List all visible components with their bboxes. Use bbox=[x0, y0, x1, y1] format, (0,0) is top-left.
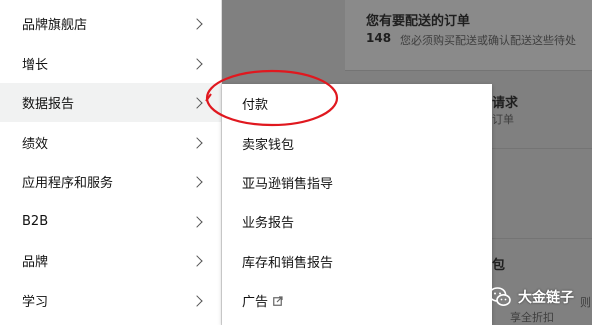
wechat-icon bbox=[488, 287, 511, 306]
menu-item-label: 应用程序和服务 bbox=[22, 176, 114, 191]
chevron-right-icon bbox=[191, 17, 203, 30]
menu-item-performance[interactable]: 绩效 bbox=[0, 123, 221, 162]
submenu-item-advertising[interactable]: 广告 bbox=[242, 281, 283, 320]
orders-count: 148 bbox=[366, 31, 392, 45]
chevron-right-icon bbox=[191, 294, 203, 307]
side-fragment: 享全折扣 bbox=[510, 311, 554, 324]
divider bbox=[492, 238, 592, 239]
chevron-right-icon bbox=[191, 175, 203, 188]
left-nav-menu: 品牌旗舰店 增长 数据报告 绩效 应用程序和服务 B2B 品牌 学习 bbox=[0, 0, 222, 325]
submenu-item-seller-wallet[interactable]: 卖家钱包 bbox=[242, 124, 294, 163]
reports-submenu: 付款 卖家钱包 亚马逊销售指导 业务报告 库存和销售报告 广告 bbox=[222, 84, 492, 325]
chevron-right-icon bbox=[191, 254, 203, 267]
submenu-item-amazon-selling-coach[interactable]: 亚马逊销售指导 bbox=[242, 163, 333, 202]
menu-item-label: 品牌 bbox=[22, 255, 49, 270]
chevron-right-icon bbox=[191, 136, 203, 149]
submenu-item-payments[interactable]: 付款 bbox=[242, 84, 268, 123]
orders-description: 您必须购买配送或确认配送这些待处 bbox=[400, 34, 576, 47]
chevron-right-icon bbox=[191, 215, 203, 228]
menu-item-reports[interactable]: 数据报告 bbox=[0, 83, 221, 122]
menu-item-learn[interactable]: 学习 bbox=[0, 281, 221, 320]
side-fragment: 则 bbox=[580, 296, 591, 309]
submenu-item-label: 亚马逊销售指导 bbox=[242, 177, 334, 192]
submenu-item-inventory-sales-reports[interactable]: 库存和销售报告 bbox=[242, 242, 333, 281]
submenu-item-label: 广告 bbox=[242, 295, 269, 310]
chevron-right-icon bbox=[191, 96, 203, 109]
menu-item-label: 增长 bbox=[22, 58, 49, 73]
chevron-right-icon bbox=[191, 57, 203, 70]
requests-title: 请求 bbox=[492, 96, 519, 111]
submenu-item-label: 库存和销售报告 bbox=[242, 256, 334, 271]
menu-item-brand-store[interactable]: 品牌旗舰店 bbox=[0, 4, 221, 43]
menu-item-apps-services[interactable]: 应用程序和服务 bbox=[0, 162, 221, 201]
orders-title: 您有要配送的订单 bbox=[366, 14, 471, 29]
menu-item-label: 数据报告 bbox=[22, 97, 75, 112]
side-fragment: 包 bbox=[492, 258, 506, 273]
submenu-item-label: 业务报告 bbox=[242, 216, 295, 231]
submenu-item-label: 卖家钱包 bbox=[242, 138, 295, 153]
requests-subtitle: 订单 bbox=[492, 113, 514, 126]
watermark-text: 大金链子 bbox=[518, 290, 574, 306]
menu-item-label: 绩效 bbox=[22, 137, 49, 152]
submenu-item-business-reports[interactable]: 业务报告 bbox=[242, 202, 294, 241]
menu-item-brand[interactable]: 品牌 bbox=[0, 241, 221, 280]
menu-item-label: 品牌旗舰店 bbox=[22, 18, 88, 33]
divider bbox=[345, 70, 592, 71]
menu-item-b2b[interactable]: B2B bbox=[0, 202, 221, 241]
submenu-item-label: 付款 bbox=[242, 98, 269, 113]
watermark: 大金链子 bbox=[488, 285, 574, 309]
menu-item-growth[interactable]: 增长 bbox=[0, 44, 221, 83]
menu-item-label: 学习 bbox=[22, 295, 49, 310]
menu-item-label: B2B bbox=[22, 214, 49, 229]
external-link-icon bbox=[273, 295, 283, 306]
divider bbox=[492, 148, 592, 149]
